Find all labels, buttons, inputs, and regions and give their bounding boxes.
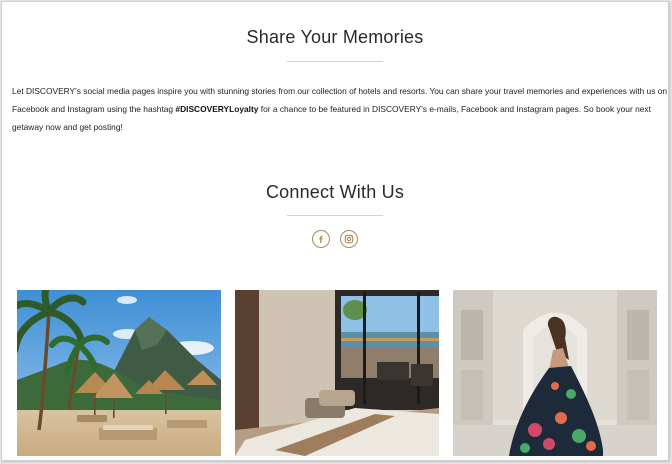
share-heading-divider [287, 61, 383, 62]
photo-gallery [17, 290, 658, 456]
beach-resort-photo[interactable] [17, 290, 221, 456]
hotel-room-sea-view-photo[interactable] [235, 290, 439, 456]
instagram-link[interactable] [340, 230, 358, 248]
share-memories-heading: Share Your Memories [246, 27, 424, 47]
instagram-icon [344, 234, 354, 244]
woman-in-palace-hall-photo[interactable] [453, 290, 657, 456]
connect-heading: Connect With Us [265, 182, 405, 202]
content-panel: Share Your Memories Let DISCOVERY's soci… [1, 1, 669, 461]
connect-heading-divider [287, 215, 383, 216]
hashtag-text: #DISCOVERYLoyalty [175, 104, 259, 114]
social-links [2, 230, 668, 248]
share-description: Let DISCOVERY's social media pages inspi… [12, 82, 668, 136]
facebook-link[interactable] [312, 230, 330, 248]
facebook-icon [319, 235, 323, 243]
